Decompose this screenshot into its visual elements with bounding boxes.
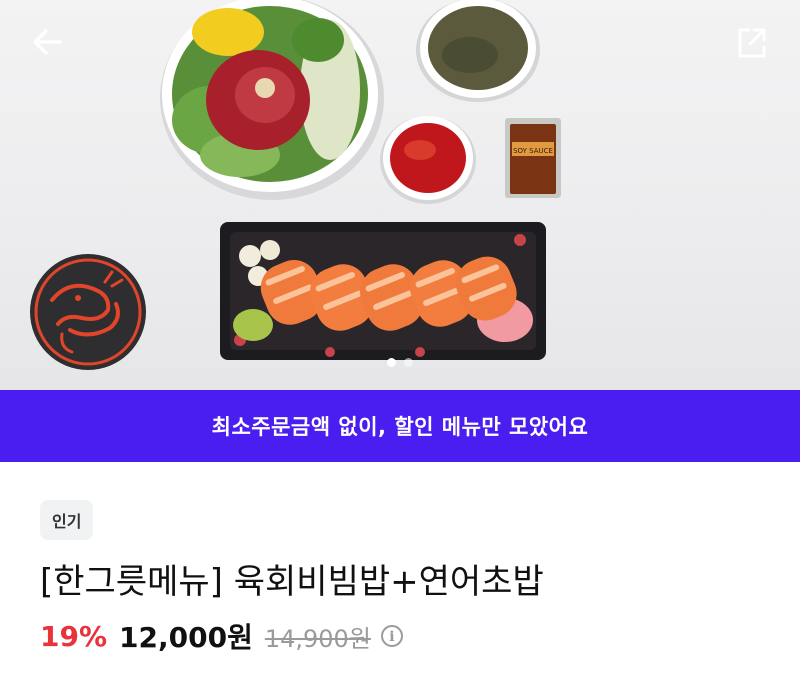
carousel-dot-2[interactable] bbox=[404, 358, 413, 367]
carousel-indicator bbox=[0, 352, 800, 367]
promo-banner[interactable]: 최소주문금액 없이, 할인 메뉴만 모았어요 bbox=[0, 390, 800, 462]
price-row: 19% 12,000원 14,900원 i bbox=[40, 616, 403, 656]
share-button[interactable] bbox=[730, 20, 774, 64]
soup-bowl bbox=[416, 0, 540, 102]
discount-rate: 19% bbox=[40, 619, 108, 653]
popular-badge: 인기 bbox=[40, 500, 94, 540]
soy-sauce-packet: SOY SAUCE bbox=[505, 118, 561, 198]
back-button[interactable] bbox=[26, 20, 70, 64]
svg-text:SOY SAUCE: SOY SAUCE bbox=[513, 147, 553, 155]
product-info: 인기 [한그릇메뉴] 육회비빔밥+연어초밥 19% 12,000원 14,900… bbox=[0, 462, 800, 689]
hero-image-carousel[interactable]: SOY SAUCE bbox=[0, 0, 800, 390]
salmon-sushi-tray bbox=[220, 222, 546, 360]
sauce-cup bbox=[380, 116, 476, 204]
carousel-dot-1[interactable] bbox=[387, 358, 396, 367]
share-icon bbox=[738, 28, 766, 58]
product-title: [한그릇메뉴] 육회비빔밥+연어초밥 bbox=[40, 562, 544, 602]
bibimbap-bowl bbox=[160, 0, 384, 200]
promo-banner-text: 최소주문금액 없이, 할인 메뉴만 모았어요 bbox=[211, 415, 589, 439]
sale-price: 12,000원 bbox=[119, 621, 253, 654]
food-photo: SOY SAUCE bbox=[30, 0, 561, 370]
arrow-left-icon bbox=[33, 29, 62, 55]
info-icon[interactable]: i bbox=[380, 625, 403, 647]
original-price: 14,900원 bbox=[264, 624, 371, 653]
